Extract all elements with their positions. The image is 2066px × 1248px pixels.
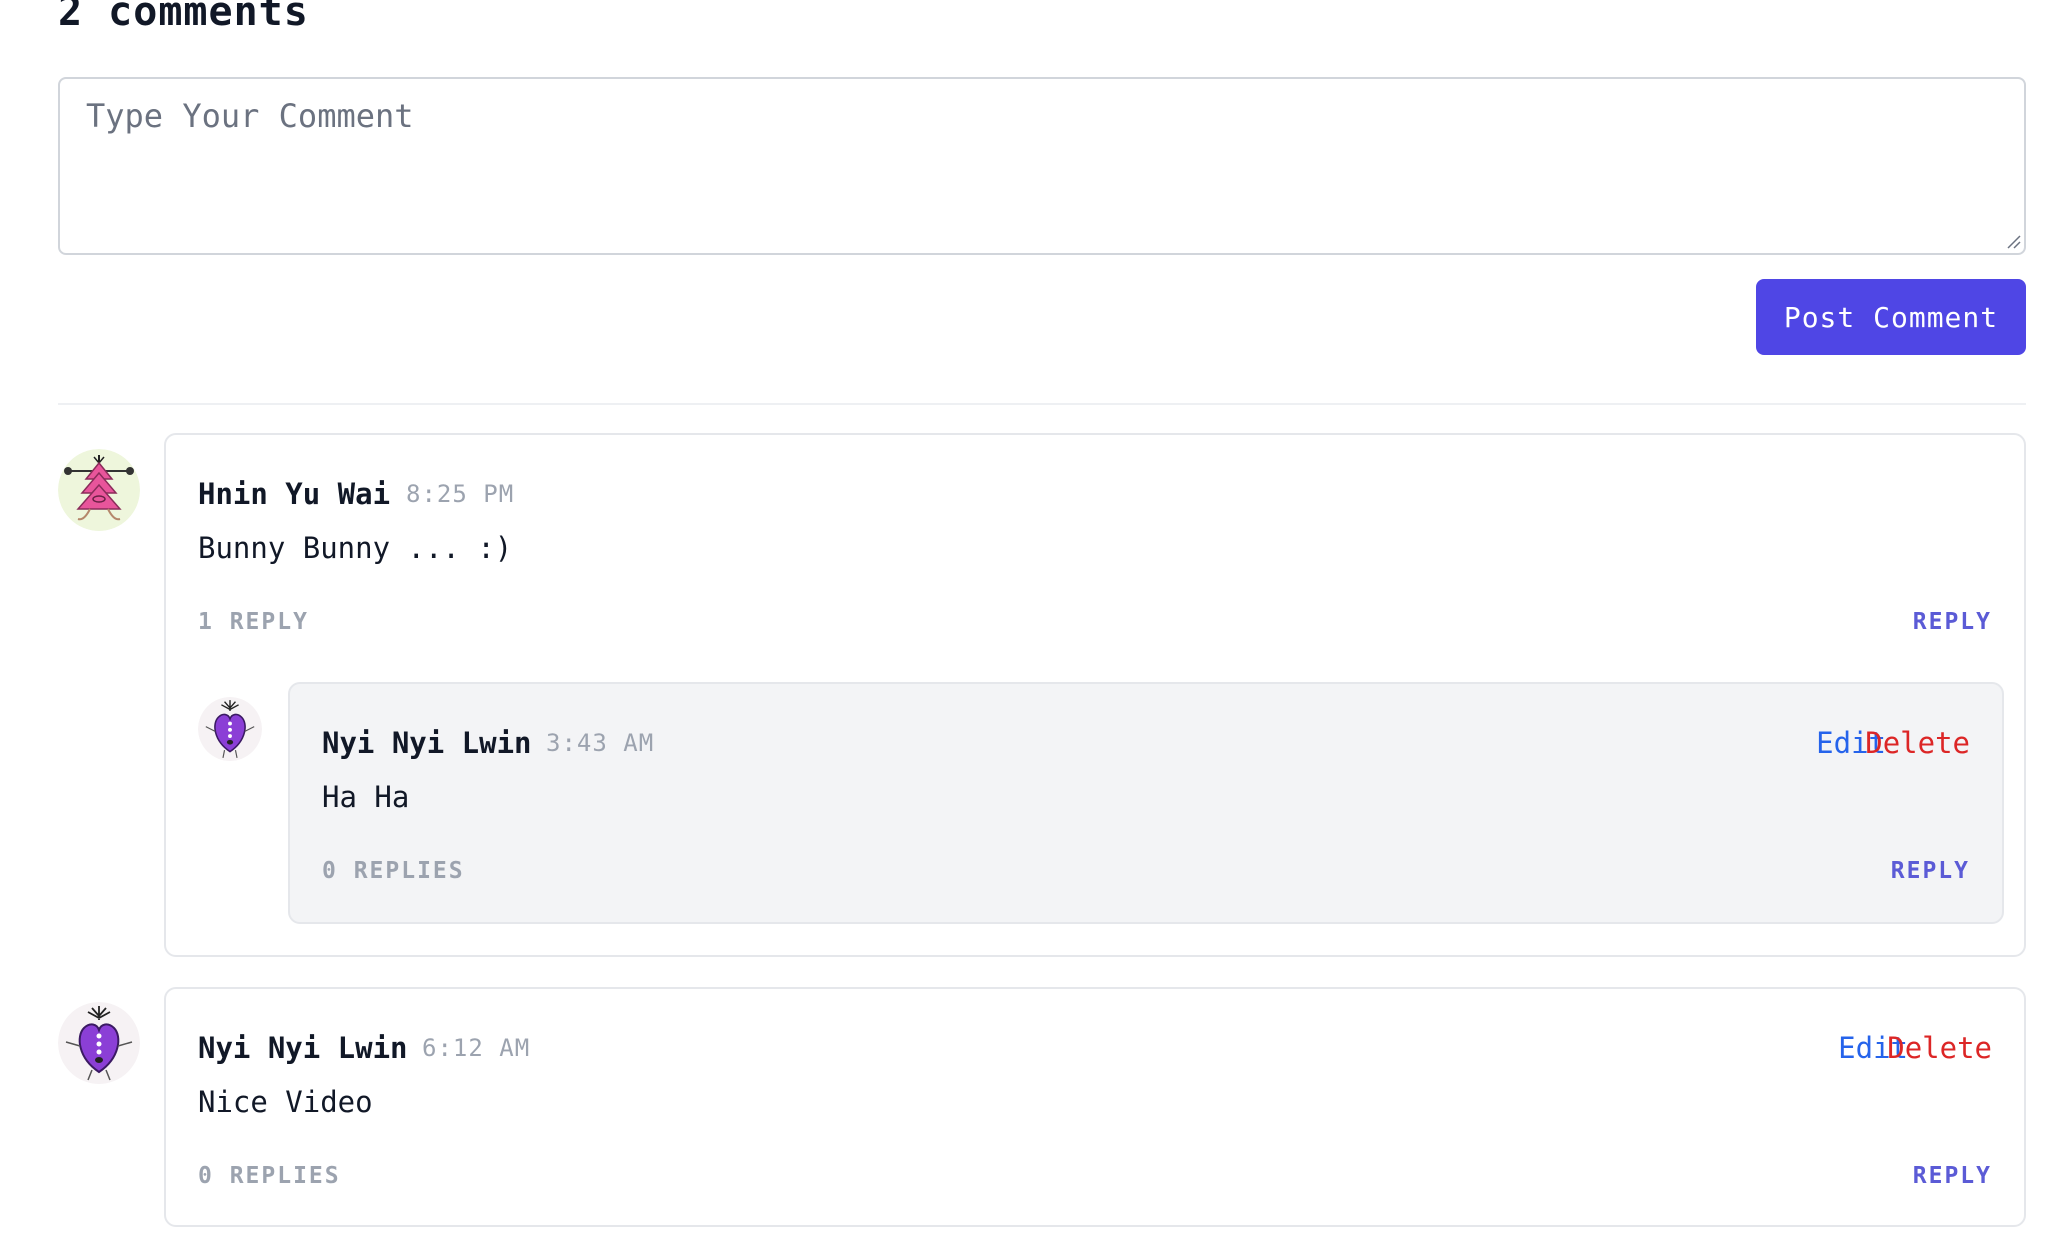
reply-time: 3:43 AM [546, 729, 655, 757]
avatar [58, 449, 140, 531]
avatar [198, 697, 262, 761]
purple-heart-creature-icon [58, 1002, 140, 1084]
reply-count[interactable]: 0 REPLIES [198, 1163, 341, 1189]
comment-author: Hnin Yu Wai [198, 477, 391, 511]
comment-text: Bunny Bunny ... :) [198, 531, 513, 565]
divider [58, 403, 2026, 405]
comment-time: 6:12 AM [422, 1034, 531, 1062]
comment-card: Hnin Yu Wai 8:25 PM Bunny Bunny ... :) 1… [164, 433, 2026, 957]
reply-button[interactable]: REPLY [1891, 858, 1970, 884]
delete-button[interactable]: Delete [1887, 1031, 1992, 1065]
reply-count[interactable]: 1 REPLY [198, 609, 309, 635]
reply-author: Nyi Nyi Lwin [322, 726, 532, 760]
comment-text: Nice Video [198, 1085, 373, 1119]
comment-input[interactable] [58, 77, 2026, 255]
comments-count-heading: 2 comments [58, 0, 309, 35]
comment-card: Nyi Nyi Lwin 6:12 AM Edit Delete Nice Vi… [164, 987, 2026, 1227]
reply-button[interactable]: REPLY [1913, 609, 1992, 635]
reply-count[interactable]: 0 REPLIES [322, 858, 465, 884]
reply-button[interactable]: REPLY [1913, 1163, 1992, 1189]
delete-button[interactable]: Delete [1865, 726, 1970, 760]
comment-time: 8:25 PM [406, 480, 515, 508]
purple-heart-creature-icon [198, 697, 262, 761]
resize-grip-icon[interactable] [2006, 234, 2022, 250]
post-comment-button[interactable]: Post Comment [1756, 279, 2026, 355]
avatar [58, 1002, 140, 1084]
reply-card: Nyi Nyi Lwin 3:43 AM Edit Delete Ha Ha 0… [288, 682, 2004, 924]
pink-tree-creature-icon [58, 449, 140, 531]
comment-author: Nyi Nyi Lwin [198, 1031, 408, 1065]
reply-text: Ha Ha [322, 780, 410, 814]
